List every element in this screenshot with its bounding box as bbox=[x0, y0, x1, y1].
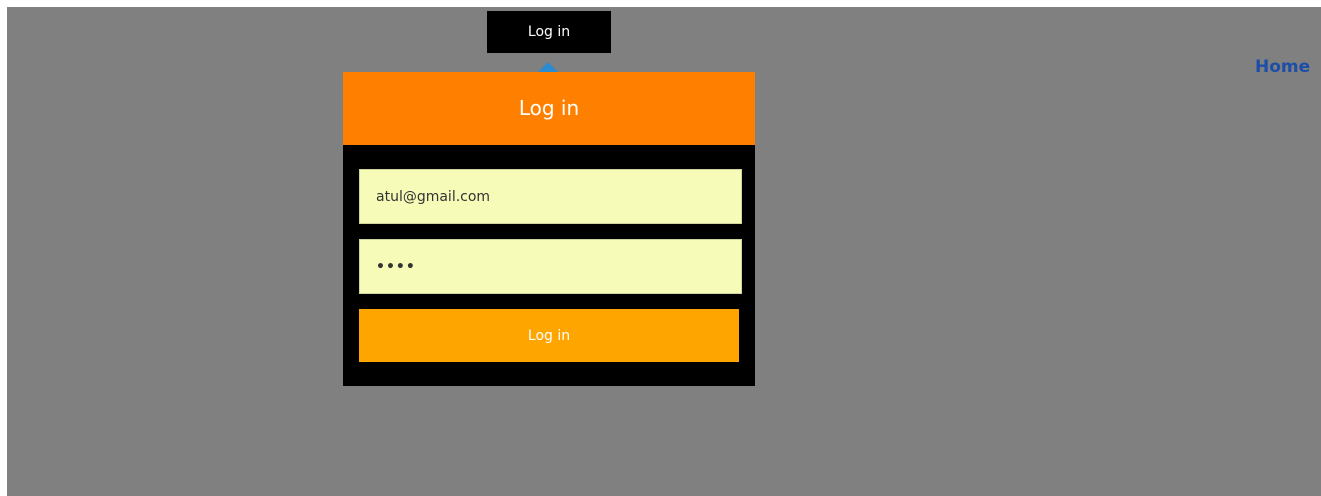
header-login-button[interactable]: Log in bbox=[487, 11, 611, 53]
login-panel: Log in Log in bbox=[343, 72, 755, 386]
login-panel-title: Log in bbox=[343, 72, 755, 145]
dropdown-caret-icon bbox=[538, 62, 558, 72]
page-background: Log in Home Log in Log in bbox=[7, 7, 1321, 496]
home-link[interactable]: Home bbox=[1255, 57, 1310, 77]
login-submit-button[interactable]: Log in bbox=[359, 309, 739, 362]
password-field[interactable] bbox=[359, 239, 742, 294]
email-field[interactable] bbox=[359, 169, 742, 224]
